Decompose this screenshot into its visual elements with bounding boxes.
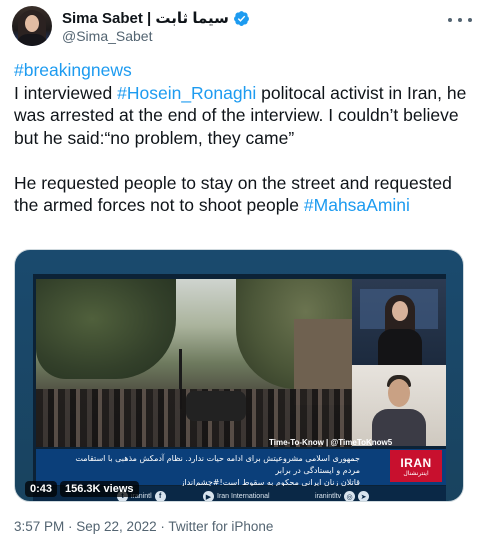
logo-text: IRAN	[400, 455, 432, 470]
avatar-body	[16, 34, 48, 46]
guest-inset	[352, 365, 446, 446]
text-segment: I interviewed	[14, 82, 118, 103]
dot-icon	[458, 18, 462, 22]
tree-shape	[36, 279, 176, 379]
tweet-card: Sima Sabet | سیما ثابت @Sima_Sabet #brea…	[0, 0, 490, 538]
author-name-row[interactable]: Sima Sabet | سیما ثابت	[62, 8, 250, 28]
hashtag-breakingnews[interactable]: #breakingnews	[14, 60, 132, 80]
telegram-icon: ➤	[358, 491, 370, 501]
facebook-icon: f	[154, 491, 166, 501]
tweet-timestamp[interactable]: 3:57 PM · Sep 22, 2022 · Twitter for iPh…	[14, 519, 273, 534]
news-anchor-inset	[352, 279, 446, 365]
dot-icon	[448, 18, 452, 22]
avatar[interactable]	[12, 6, 52, 46]
hashtag-line: #breakingnews	[14, 59, 480, 82]
video-player[interactable]: Time-To-Know | @TimeToKnow5 جمهوری اسلام…	[14, 249, 464, 502]
hashtag-hosein-ronaghi[interactable]: #Hosein_Ronaghi	[117, 83, 256, 103]
iran-international-logo: IRAN اینترنشنال	[390, 450, 442, 482]
car-shape	[186, 391, 246, 421]
author-handle[interactable]: @Sima_Sabet	[62, 28, 152, 44]
dot-icon	[468, 18, 472, 22]
social-item: ▶ Iran International	[203, 491, 270, 501]
ticker-line-1: جمهوری اسلامی مشروعیتش برای ادامه حیات ن…	[75, 454, 360, 475]
video-views-badge: 156.3K views	[60, 481, 139, 497]
hashtag-mahsaamini[interactable]: #MahsaAmini	[304, 195, 410, 215]
social-item: iranintltv ◎ ➤	[315, 491, 370, 501]
logo-subtext: اینترنشنال	[403, 470, 429, 477]
social-label: iranintltv	[315, 493, 342, 500]
video-duration-badge: 0:43	[25, 481, 58, 497]
social-label: Iran International	[217, 493, 270, 500]
paragraph-2: He requested people to stay on the stree…	[14, 172, 480, 217]
youtube-icon: ▶	[203, 491, 214, 501]
tweet-text: #breakingnews I interviewed #Hosein_Rona…	[14, 59, 480, 217]
instagram-icon: ◎	[344, 491, 356, 501]
verified-badge-icon	[233, 10, 249, 26]
street-protest-footage	[36, 279, 352, 447]
author-display-name[interactable]: Sima Sabet | سیما ثابت	[62, 9, 229, 27]
anchor-face	[392, 301, 408, 321]
guest-face	[388, 379, 410, 407]
more-options-icon[interactable]	[448, 10, 472, 30]
anchor-body	[378, 329, 422, 365]
video-frame: Time-To-Know | @TimeToKnow5 جمهوری اسلام…	[33, 274, 446, 501]
avatar-face	[25, 15, 39, 32]
paragraph-1: I interviewed #Hosein_Ronaghi politocal …	[14, 82, 480, 150]
